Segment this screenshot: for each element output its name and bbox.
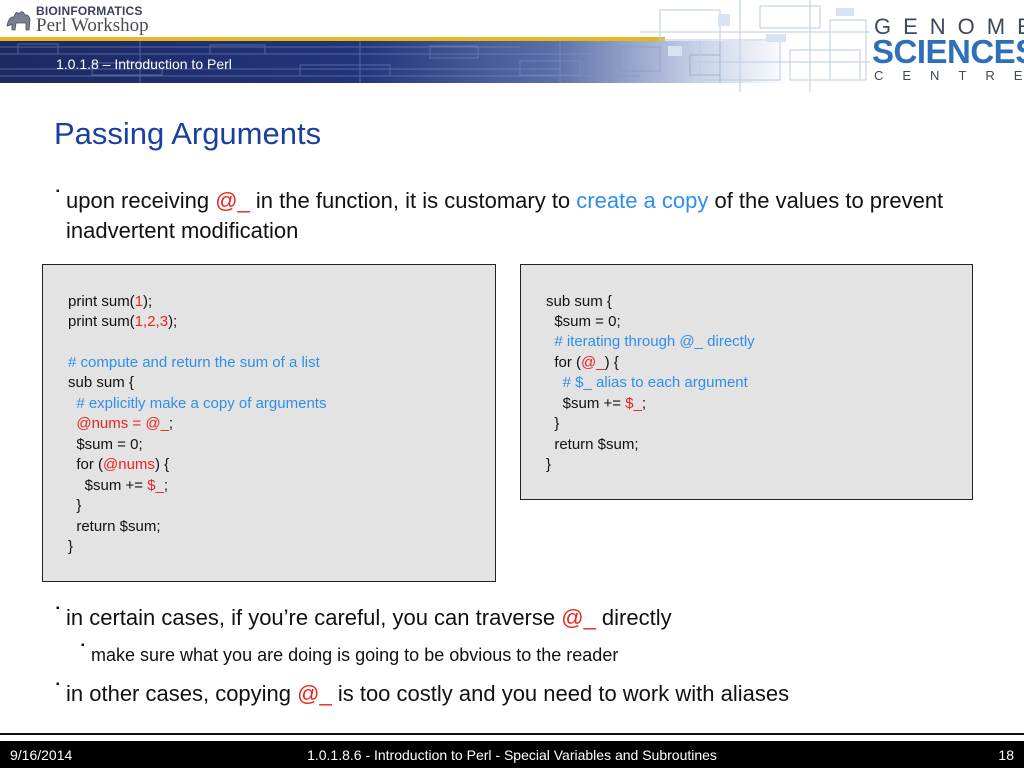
code-comment: # iterating through @_ directly <box>546 333 755 350</box>
bullet-marker: ▪ <box>56 186 60 197</box>
code-example-copy: print sum(1); print sum(1,2,3); # comput… <box>42 264 496 582</box>
slide-footer: 9/16/2014 1.0.1.8.6 - Introduction to Pe… <box>0 741 1024 768</box>
highlight-args-array: @_ <box>561 605 596 630</box>
highlight-args-array: @_ <box>297 681 332 706</box>
footer-page-number: 18 <box>998 747 1014 763</box>
bullet-aliases: ▪ in other cases, copying @_ is too cost… <box>56 679 966 709</box>
camel-icon <box>6 11 31 31</box>
code-line: $sum += $_; <box>68 477 169 494</box>
code-line: } <box>68 497 82 514</box>
code-comment: # explicitly make a copy of arguments <box>68 395 327 412</box>
code-line: $sum = 0; <box>546 313 621 330</box>
code-line: return $sum; <box>546 436 639 453</box>
workshop-logo: BIOINFORMATICS Perl Workshop <box>4 2 154 36</box>
bullet-marker: ▪ <box>56 679 60 690</box>
code-line: @nums = @_; <box>76 415 174 432</box>
bullet-text: directly <box>595 605 672 630</box>
code-line: sub sum { <box>546 293 612 310</box>
logo-subtitle: Perl Workshop <box>36 15 149 36</box>
slide-title: Passing Arguments <box>54 116 322 151</box>
brand-sciences-text: SCIENCES <box>872 33 1024 70</box>
bullet-traverse-directly: ▪ in certain cases, if you’re careful, y… <box>56 603 966 633</box>
code-line: for (@_) { <box>546 354 619 371</box>
bullet-text: make sure what you are doing is going to… <box>91 645 619 665</box>
code-comment: # compute and return the sum of a list <box>68 354 320 371</box>
brand-centre-text: CENTRE <box>874 68 1022 83</box>
code-line: print sum(1); <box>68 293 153 310</box>
code-line: $sum = 0; <box>68 436 143 453</box>
code-line: print sum(1,2,3); <box>68 313 178 330</box>
bullet-text: in the function, it is customary to <box>249 188 577 213</box>
highlight-create-copy: create a copy <box>576 188 709 213</box>
header-breadcrumb: 1.0.1.8 – Introduction to Perl <box>56 56 232 72</box>
footer-course-title: 1.0.1.8.6 - Introduction to Perl - Speci… <box>307 747 717 763</box>
code-line: return $sum; <box>68 518 161 535</box>
code-line: for (@nums) { <box>68 456 170 473</box>
code-comment: # $_ alias to each argument <box>546 374 748 391</box>
code-line: sub sum { <box>68 374 134 391</box>
bullet-text: in other cases, copying <box>66 681 298 706</box>
bullet-marker: ▪ <box>56 603 60 614</box>
sub-bullet-obvious: ▪ make sure what you are doing is going … <box>81 640 971 670</box>
bullet-text: upon receiving <box>66 188 216 213</box>
bullet-copy-arguments: ▪ upon receiving @_ in the function, it … <box>56 186 986 246</box>
slide-header: 1.0.1.8 – Introduction to Perl BIOINFORM… <box>0 0 1024 92</box>
code-example-direct: sub sum { $sum = 0; # iterating through … <box>520 264 973 500</box>
bullet-text: is too costly and you need to work with … <box>331 681 790 706</box>
bullet-marker: ▪ <box>81 640 85 651</box>
code-line: } <box>68 538 74 555</box>
code-line: $sum += $_; <box>546 395 647 412</box>
highlight-args-array: @_ <box>215 188 250 213</box>
code-line: } <box>546 415 560 432</box>
code-line: } <box>546 456 552 473</box>
bullet-text: in certain cases, if you’re careful, you… <box>66 605 562 630</box>
footer-divider <box>0 733 1024 735</box>
